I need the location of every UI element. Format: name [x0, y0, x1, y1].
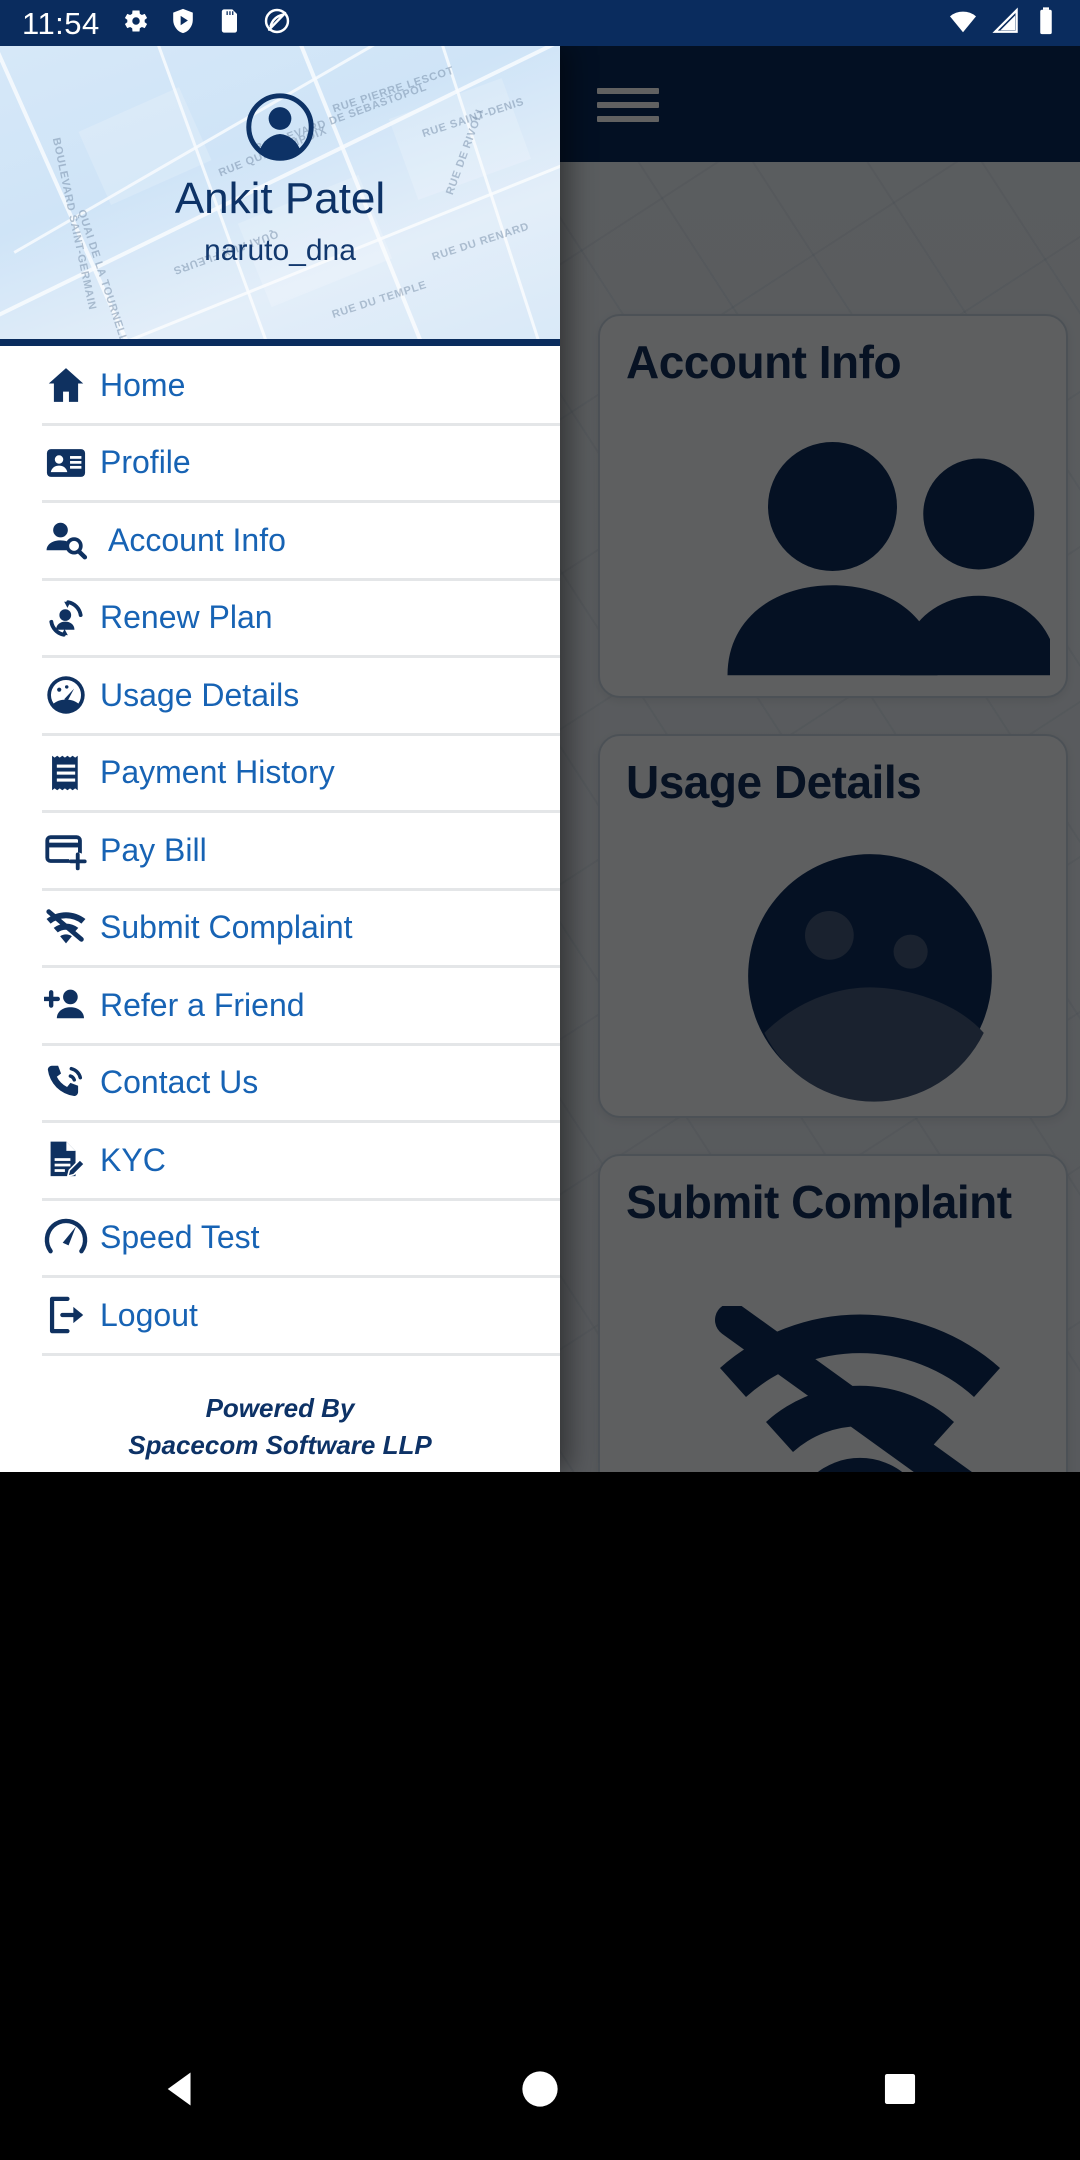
sd-card-icon	[216, 7, 244, 40]
home-icon	[44, 363, 100, 407]
menu-item-profile[interactable]: Profile	[0, 425, 560, 500]
profile-username: naruto_dna	[204, 234, 356, 268]
navigation-drawer: BOULEVARD SAINT-GERMAIN QUAI DE LA TOURN…	[0, 46, 560, 1472]
menu-item-label: Logout	[100, 1296, 198, 1333]
play-shield-icon	[169, 7, 197, 40]
menu-item-label: Profile	[100, 444, 191, 481]
drawer-profile-block: Ankit Patel naruto_dna	[0, 46, 560, 268]
wifi-off-icon	[44, 906, 100, 950]
settings-gear-icon	[122, 7, 150, 40]
profile-name: Ankit Patel	[174, 174, 386, 223]
status-bar-notification-icons	[122, 7, 291, 40]
status-bar-clock: 11:54	[22, 5, 100, 41]
drawer-header: BOULEVARD SAINT-GERMAIN QUAI DE LA TOURN…	[0, 46, 560, 346]
drawer-footer: Powered By Spacecom Software LLP	[0, 1355, 560, 1465]
person-add-icon	[44, 983, 100, 1027]
menu-item-home[interactable]: Home	[0, 348, 560, 423]
user-avatar-icon[interactable]	[245, 92, 315, 162]
menu-item-submit-complaint[interactable]: Submit Complaint	[0, 890, 560, 965]
menu-item-label: Contact Us	[100, 1064, 259, 1101]
menu-item-label: Pay Bill	[100, 831, 207, 868]
home-circle-icon[interactable]	[360, 2066, 720, 2112]
menu-item-speed-test[interactable]: Speed Test	[0, 1200, 560, 1275]
map-street-label: RUE DU TEMPLE	[330, 279, 429, 321]
footer-company-name: Spacecom Software LLP	[128, 1430, 432, 1461]
menu-item-label: KYC	[100, 1141, 166, 1178]
menu-item-label: Payment History	[100, 754, 335, 791]
status-bar-system-icons	[948, 6, 1058, 41]
drawer-menu-list: Home Profile Account Info Renew Plan Usa…	[0, 346, 560, 1472]
recents-square-icon[interactable]	[720, 2068, 1080, 2110]
menu-item-payment-history[interactable]: Payment History	[0, 735, 560, 810]
menu-item-label: Usage Details	[100, 676, 300, 713]
menu-item-logout[interactable]: Logout	[0, 1278, 560, 1353]
phone-screen: 11:54 BOULEVARD SAINT-GERMAIN QUAI DE LA…	[0, 0, 1080, 2160]
gauge-filled-icon	[44, 673, 100, 717]
receipt-icon	[44, 751, 100, 795]
phone-ring-icon	[44, 1061, 100, 1105]
system-navigation-bar	[0, 2018, 1080, 2160]
cellular-signal-icon	[991, 6, 1021, 41]
menu-item-label: Submit Complaint	[100, 909, 353, 946]
menu-item-label: Refer a Friend	[100, 986, 305, 1023]
menu-item-kyc[interactable]: KYC	[0, 1123, 560, 1198]
menu-item-account-info[interactable]: Account Info	[0, 503, 560, 578]
menu-item-refer-a-friend[interactable]: Refer a Friend	[0, 968, 560, 1043]
menu-item-label: Speed Test	[100, 1219, 260, 1256]
battery-icon	[1034, 6, 1058, 41]
person-search-icon	[44, 518, 100, 562]
menu-item-label: Home	[100, 366, 186, 403]
contact-card-icon	[44, 441, 100, 485]
wifi-icon	[948, 6, 978, 41]
menu-item-label: Renew Plan	[100, 599, 273, 636]
person-refresh-icon	[44, 596, 100, 640]
do-not-disturb-icon	[263, 7, 291, 40]
document-edit-icon	[44, 1138, 100, 1182]
speedometer-icon	[44, 1216, 100, 1260]
status-bar: 11:54	[0, 0, 1080, 46]
menu-item-renew-plan[interactable]: Renew Plan	[0, 580, 560, 655]
footer-powered-by: Powered By	[205, 1392, 355, 1423]
logout-icon	[44, 1293, 100, 1337]
menu-item-label: Account Info	[108, 521, 286, 558]
menu-item-pay-bill[interactable]: Pay Bill	[0, 813, 560, 888]
card-add-icon	[44, 828, 100, 872]
back-triangle-icon[interactable]	[0, 2066, 360, 2112]
menu-item-usage-details[interactable]: Usage Details	[0, 658, 560, 733]
menu-item-contact-us[interactable]: Contact Us	[0, 1045, 560, 1120]
